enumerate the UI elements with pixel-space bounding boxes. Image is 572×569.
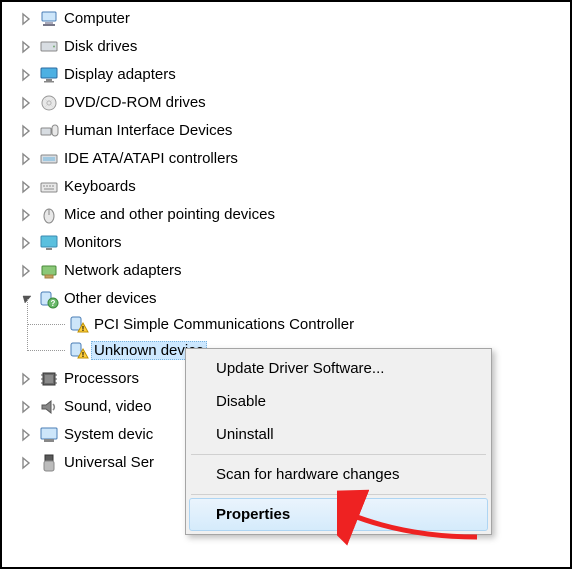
expand-icon[interactable]: [20, 456, 34, 470]
expand-icon[interactable]: [20, 40, 34, 54]
warning-device-icon: [68, 314, 90, 334]
tree-item-display-adapters[interactable]: Display adapters: [20, 62, 570, 87]
tree-item-label: Computer: [64, 10, 130, 27]
mouse-icon: [38, 205, 60, 225]
tree-item-network[interactable]: Network adapters: [20, 258, 570, 283]
disk-icon: [38, 37, 60, 57]
tree-item-label: Keyboards: [64, 178, 136, 195]
expand-icon[interactable]: [20, 236, 34, 250]
menu-separator: [191, 454, 486, 455]
expand-icon[interactable]: [20, 180, 34, 194]
tree-item-label: Human Interface Devices: [64, 122, 232, 139]
tree-item-mice[interactable]: Mice and other pointing devices: [20, 202, 570, 227]
usb-icon: [38, 453, 60, 473]
expand-icon[interactable]: [20, 152, 34, 166]
keyboard-icon: [38, 177, 60, 197]
tree-item-label: System devic: [64, 426, 153, 443]
tree-item-hid[interactable]: Human Interface Devices: [20, 118, 570, 143]
tree-item-label: Network adapters: [64, 262, 182, 279]
tree-item-label: DVD/CD-ROM drives: [64, 94, 206, 111]
tree-item-other-devices[interactable]: Other devices: [20, 286, 570, 311]
menu-update-driver[interactable]: Update Driver Software...: [189, 352, 488, 385]
expand-icon[interactable]: [20, 68, 34, 82]
hid-icon: [38, 121, 60, 141]
expand-icon[interactable]: [20, 96, 34, 110]
sound-icon: [38, 397, 60, 417]
tree-item-label: Universal Ser: [64, 454, 154, 471]
warning-device-icon: [68, 340, 90, 360]
tree-item-label: Display adapters: [64, 66, 176, 83]
tree-item-keyboards[interactable]: Keyboards: [20, 174, 570, 199]
menu-properties[interactable]: Properties: [189, 498, 488, 531]
tree-item-computer[interactable]: Computer: [20, 6, 570, 31]
tree-item-dvd-cdrom[interactable]: DVD/CD-ROM drives: [20, 90, 570, 115]
tree-item-label: Processors: [64, 370, 139, 387]
menu-separator: [191, 494, 486, 495]
menu-disable[interactable]: Disable: [189, 385, 488, 418]
network-icon: [38, 261, 60, 281]
tree-item-ide[interactable]: IDE ATA/ATAPI controllers: [20, 146, 570, 171]
dvd-icon: [38, 93, 60, 113]
expand-icon[interactable]: [20, 400, 34, 414]
expand-icon[interactable]: [20, 264, 34, 278]
expand-icon[interactable]: [20, 124, 34, 138]
menu-uninstall[interactable]: Uninstall: [189, 418, 488, 451]
tree-item-label: Disk drives: [64, 38, 137, 55]
display-icon: [38, 65, 60, 85]
monitor-icon: [38, 233, 60, 253]
expand-icon[interactable]: [20, 12, 34, 26]
expand-icon[interactable]: [20, 428, 34, 442]
tree-item-label: Mice and other pointing devices: [64, 206, 275, 223]
tree-item-disk-drives[interactable]: Disk drives: [20, 34, 570, 59]
expand-icon[interactable]: [20, 208, 34, 222]
other-devices-icon: [38, 289, 60, 309]
tree-item-pci[interactable]: PCI Simple Communications Controller: [44, 311, 570, 337]
tree-item-label: PCI Simple Communications Controller: [94, 316, 354, 333]
tree-item-label: Sound, video: [64, 398, 152, 415]
tree-item-label: Other devices: [64, 290, 157, 307]
tree-item-label: Monitors: [64, 234, 122, 251]
system-icon: [38, 425, 60, 445]
menu-scan-hardware[interactable]: Scan for hardware changes: [189, 458, 488, 491]
ide-icon: [38, 149, 60, 169]
tree-item-label: IDE ATA/ATAPI controllers: [64, 150, 238, 167]
cpu-icon: [38, 369, 60, 389]
tree-item-monitors[interactable]: Monitors: [20, 230, 570, 255]
expand-icon[interactable]: [20, 372, 34, 386]
computer-icon: [38, 9, 60, 29]
context-menu: Update Driver Software... Disable Uninst…: [185, 348, 492, 535]
